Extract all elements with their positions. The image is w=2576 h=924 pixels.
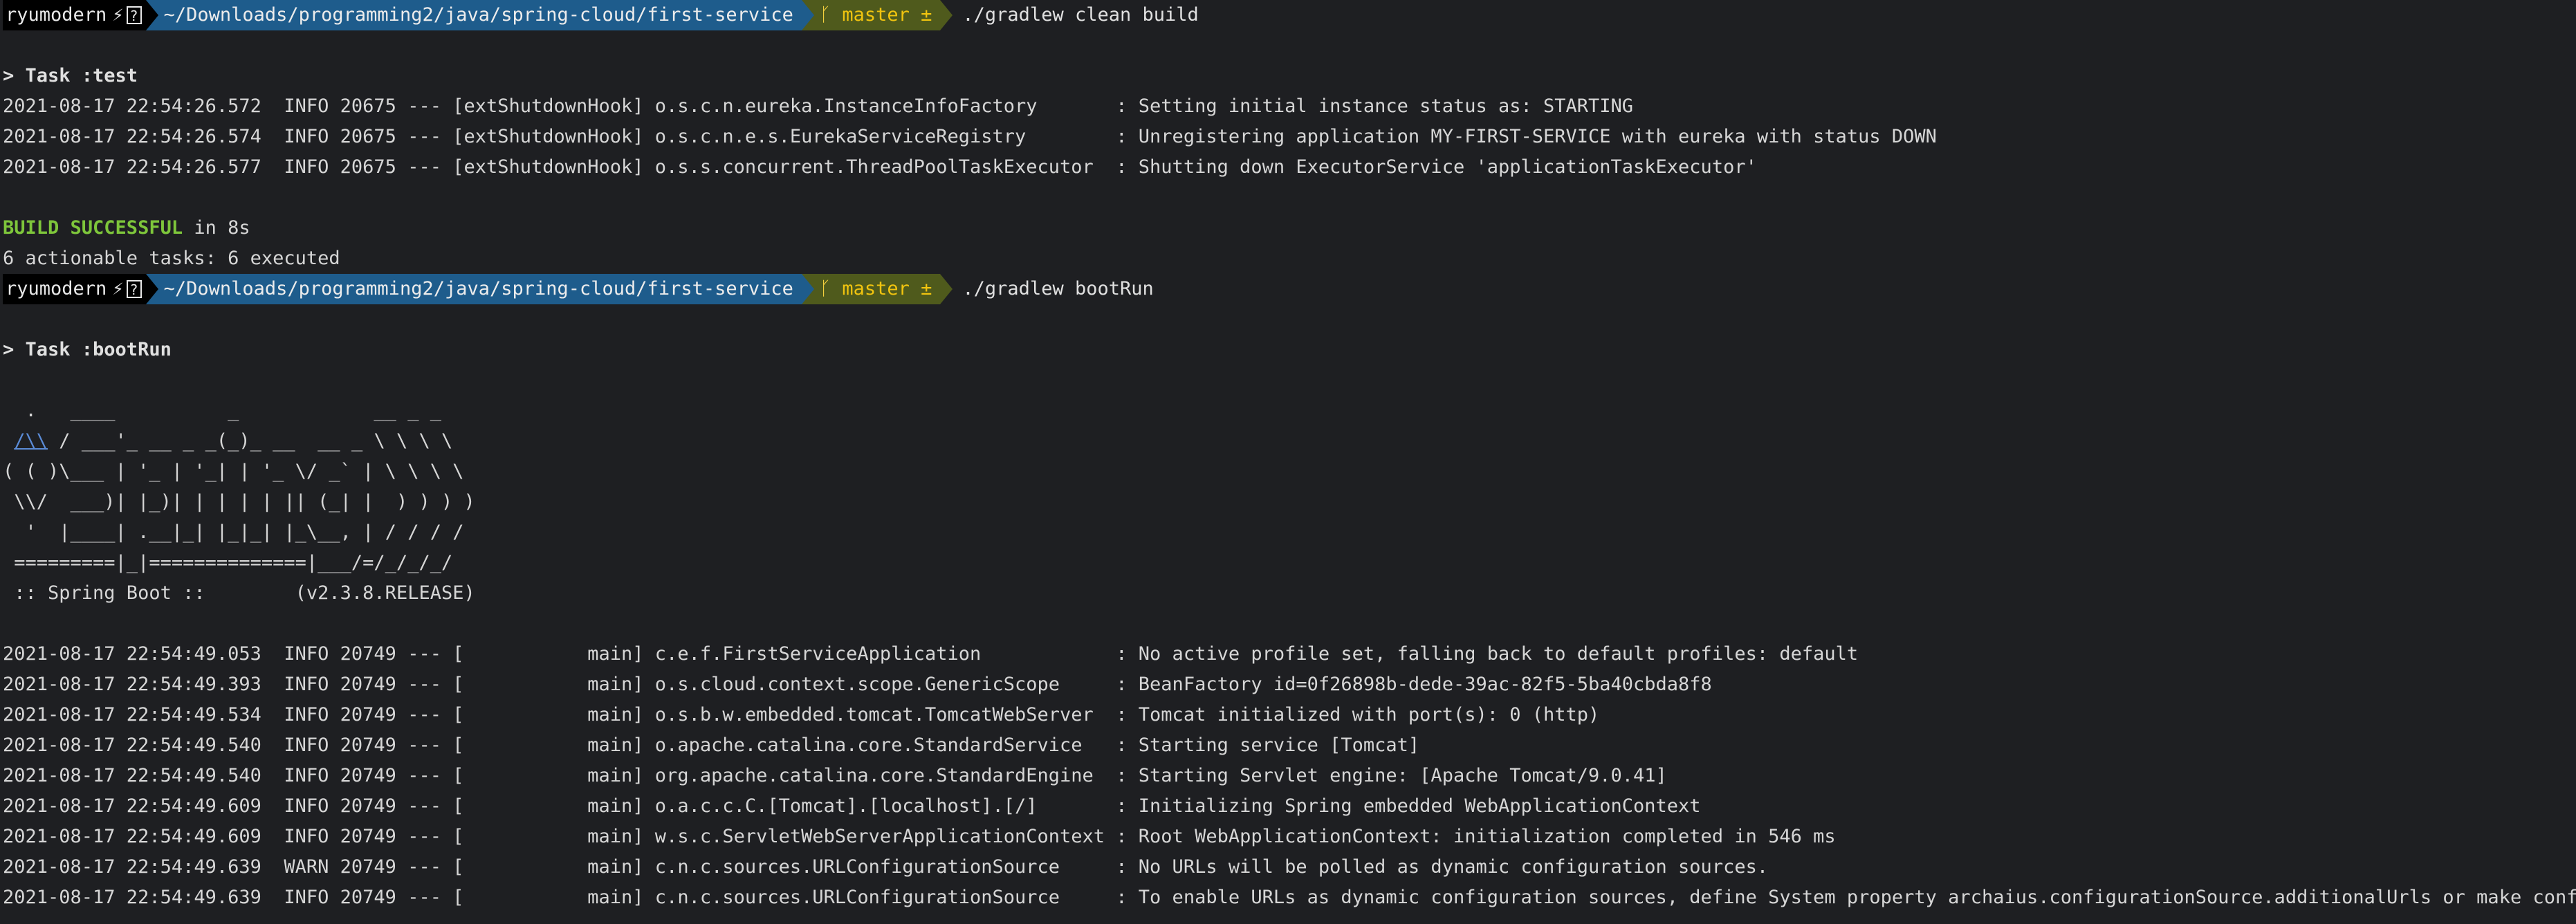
shell-prompt: ryumodern ⚡? ~/Downloads/programming2/java… [3,0,2576,30]
prompt-git-branch: ᚴ master ± [813,274,941,304]
task-header: > Task :bootRun [3,339,172,360]
command-text: ./gradlew clean build [962,4,1199,26]
banner-link[interactable]: /\\ [14,430,48,452]
spring-boot-version: :: Spring Boot :: (v2.3.8.RELEASE) [3,582,475,604]
log-line: 2021-08-17 22:54:49.053 INFO 20749 --- [… [3,643,1859,665]
git-branch-icon: ᚴ [819,4,831,26]
prompt-git-branch: ᚴ master ± [813,0,941,30]
log-line: 2021-08-17 22:54:49.540 INFO 20749 --- [… [3,765,1667,786]
build-time: in 8s [183,217,250,239]
question-box-icon: ? [126,6,142,24]
lightning-icon: ⚡ [112,4,124,26]
question-box-icon: ? [126,280,142,298]
log-line: 2021-08-17 22:54:49.534 INFO 20749 --- [… [3,704,1600,726]
spring-banner-line: =========|_|==============|___/=/_/_/_/ [3,552,453,573]
banner-text: / ___'_ __ _ _(_)_ __ __ _ \ \ \ \ [48,430,453,452]
prompt-status: ⚡? [112,0,146,30]
spring-banner-line: /\\ / ___'_ __ _ _(_)_ __ __ _ \ \ \ \ [3,426,2576,456]
log-line: 2021-08-17 22:54:49.609 INFO 20749 --- [… [3,795,1701,817]
command-text: ./gradlew bootRun [962,278,1154,299]
prompt-user: ryumodern [3,0,113,30]
branch-name: master ± [842,278,932,299]
shell-prompt: ryumodern ⚡? ~/Downloads/programming2/java… [3,274,2576,304]
log-line: 2021-08-17 22:54:26.572 INFO 20675 --- [… [3,95,1634,117]
log-line: 2021-08-17 22:54:49.639 INFO 20749 --- [… [3,887,2576,908]
powerline-separator-icon [801,274,814,304]
terminal-window[interactable]: ryumodern ⚡? ~/Downloads/programming2/java… [0,0,2576,924]
powerline-separator-icon [940,0,953,30]
git-branch-icon: ᚴ [819,278,831,299]
prompt-directory: ~/Downloads/programming2/java/spring-clo… [158,0,802,30]
log-line: 2021-08-17 22:54:49.393 INFO 20749 --- [… [3,674,1712,695]
tasks-summary: 6 actionable tasks: 6 executed [3,248,340,269]
powerline-separator-icon [940,274,953,304]
branch-name: master ± [842,4,932,26]
log-line: 2021-08-17 22:54:26.577 INFO 20675 --- [… [3,156,1757,178]
spring-banner-line: ' |____| .__|_| |_|_| |_\__, | / / / / [3,521,464,543]
spring-banner-line: . ____ _ __ _ _ [3,400,441,421]
log-line: 2021-08-17 22:54:49.540 INFO 20749 --- [… [3,734,1420,756]
prompt-directory: ~/Downloads/programming2/java/spring-clo… [158,274,802,304]
log-line: 2021-08-17 22:54:49.609 INFO 20749 --- [… [3,826,1836,847]
prompt-status: ⚡? [112,274,146,304]
powerline-separator-icon [145,0,158,30]
build-result-line: BUILD SUCCESSFUL in 8s [3,213,2576,243]
powerline-separator-icon [145,274,158,304]
spring-banner-line: \\/ ___)| |_)| | | | | || (_| | ) ) ) ) [3,491,475,512]
task-header: > Task :test [3,65,138,86]
log-line: 2021-08-17 22:54:26.574 INFO 20675 --- [… [3,126,1937,147]
lightning-icon: ⚡ [112,278,124,299]
spring-banner-line: ( ( )\___ | '_ | '_| | '_ \/ _` | \ \ \ … [3,461,464,482]
prompt-user: ryumodern [3,274,113,304]
log-line: 2021-08-17 22:54:49.639 WARN 20749 --- [… [3,856,1769,878]
build-status: BUILD SUCCESSFUL [3,217,183,239]
powerline-separator-icon [801,0,814,30]
